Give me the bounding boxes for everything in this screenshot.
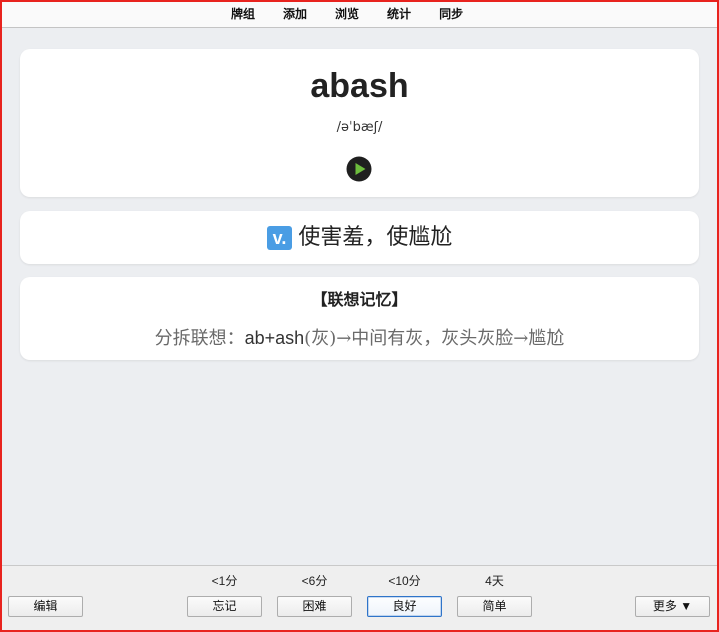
toolbar-item-browse[interactable]: 浏览	[321, 2, 373, 27]
easy-button[interactable]: 简单	[457, 596, 532, 617]
hard-button[interactable]: 困难	[277, 596, 352, 617]
card-area: abash /əˈbæʃ/ v. 使害羞，使尴尬 【联想记忆】 分拆联想：ab+…	[2, 28, 717, 565]
toolbar-menu: 牌组 添加 浏览 统计 同步	[217, 2, 477, 27]
memory-card: 【联想记忆】 分拆联想：ab+ash(灰)→中间有灰，灰头灰脸→尴尬	[20, 277, 699, 360]
toolbar-item-stats[interactable]: 统计	[373, 2, 425, 27]
ease-group-hard: <6分 困难	[277, 566, 352, 630]
good-button[interactable]: 良好	[367, 596, 442, 617]
ease-group-easy: 4天 简单	[457, 566, 532, 630]
ease-interval-label: <1分	[211, 574, 238, 588]
more-button[interactable]: 更多 ▼	[635, 596, 710, 617]
answer-bar: 编辑 <1分 忘记 <6分 困难 <10分 良好 4天 简单 更多 ▼	[2, 565, 717, 630]
memory-text-segment: ab+ash	[244, 328, 305, 348]
top-toolbar: 牌组 添加 浏览 统计 同步	[2, 2, 717, 28]
toolbar-item-sync[interactable]: 同步	[425, 2, 477, 27]
review-window: 牌组 添加 浏览 统计 同步 abash /əˈbæʃ/ v. 使害羞，使尴尬 …	[0, 0, 719, 632]
ease-group-good: <10分 良好	[367, 566, 442, 630]
phonetic-text: /əˈbæʃ/	[336, 120, 383, 135]
word-card: abash /əˈbæʃ/	[20, 49, 699, 197]
memory-text-segment: (灰)→中间有灰，灰头灰脸→尴尬	[304, 328, 565, 349]
toolbar-item-decks[interactable]: 牌组	[217, 2, 269, 27]
ease-interval-label: 4天	[485, 574, 504, 588]
ease-interval-label: <6分	[301, 574, 328, 588]
word-text: abash	[310, 67, 409, 105]
memory-text-segment: 分拆联想：	[154, 328, 245, 349]
ease-interval-label: <10分	[388, 574, 421, 588]
toolbar-item-add[interactable]: 添加	[269, 2, 321, 27]
ease-group-again: <1分 忘记	[187, 566, 262, 630]
edit-button[interactable]: 编辑	[8, 596, 83, 617]
definition-card: v. 使害羞，使尴尬	[20, 211, 699, 264]
memory-heading: 【联想记忆】	[311, 290, 408, 309]
again-button[interactable]: 忘记	[187, 596, 262, 617]
definition-text: 使害羞，使尴尬	[298, 224, 453, 250]
part-of-speech-badge: v.	[266, 225, 293, 250]
play-audio-icon[interactable]	[346, 156, 372, 182]
memory-text: 分拆联想：ab+ash(灰)→中间有灰，灰头灰脸→尴尬	[20, 327, 699, 350]
